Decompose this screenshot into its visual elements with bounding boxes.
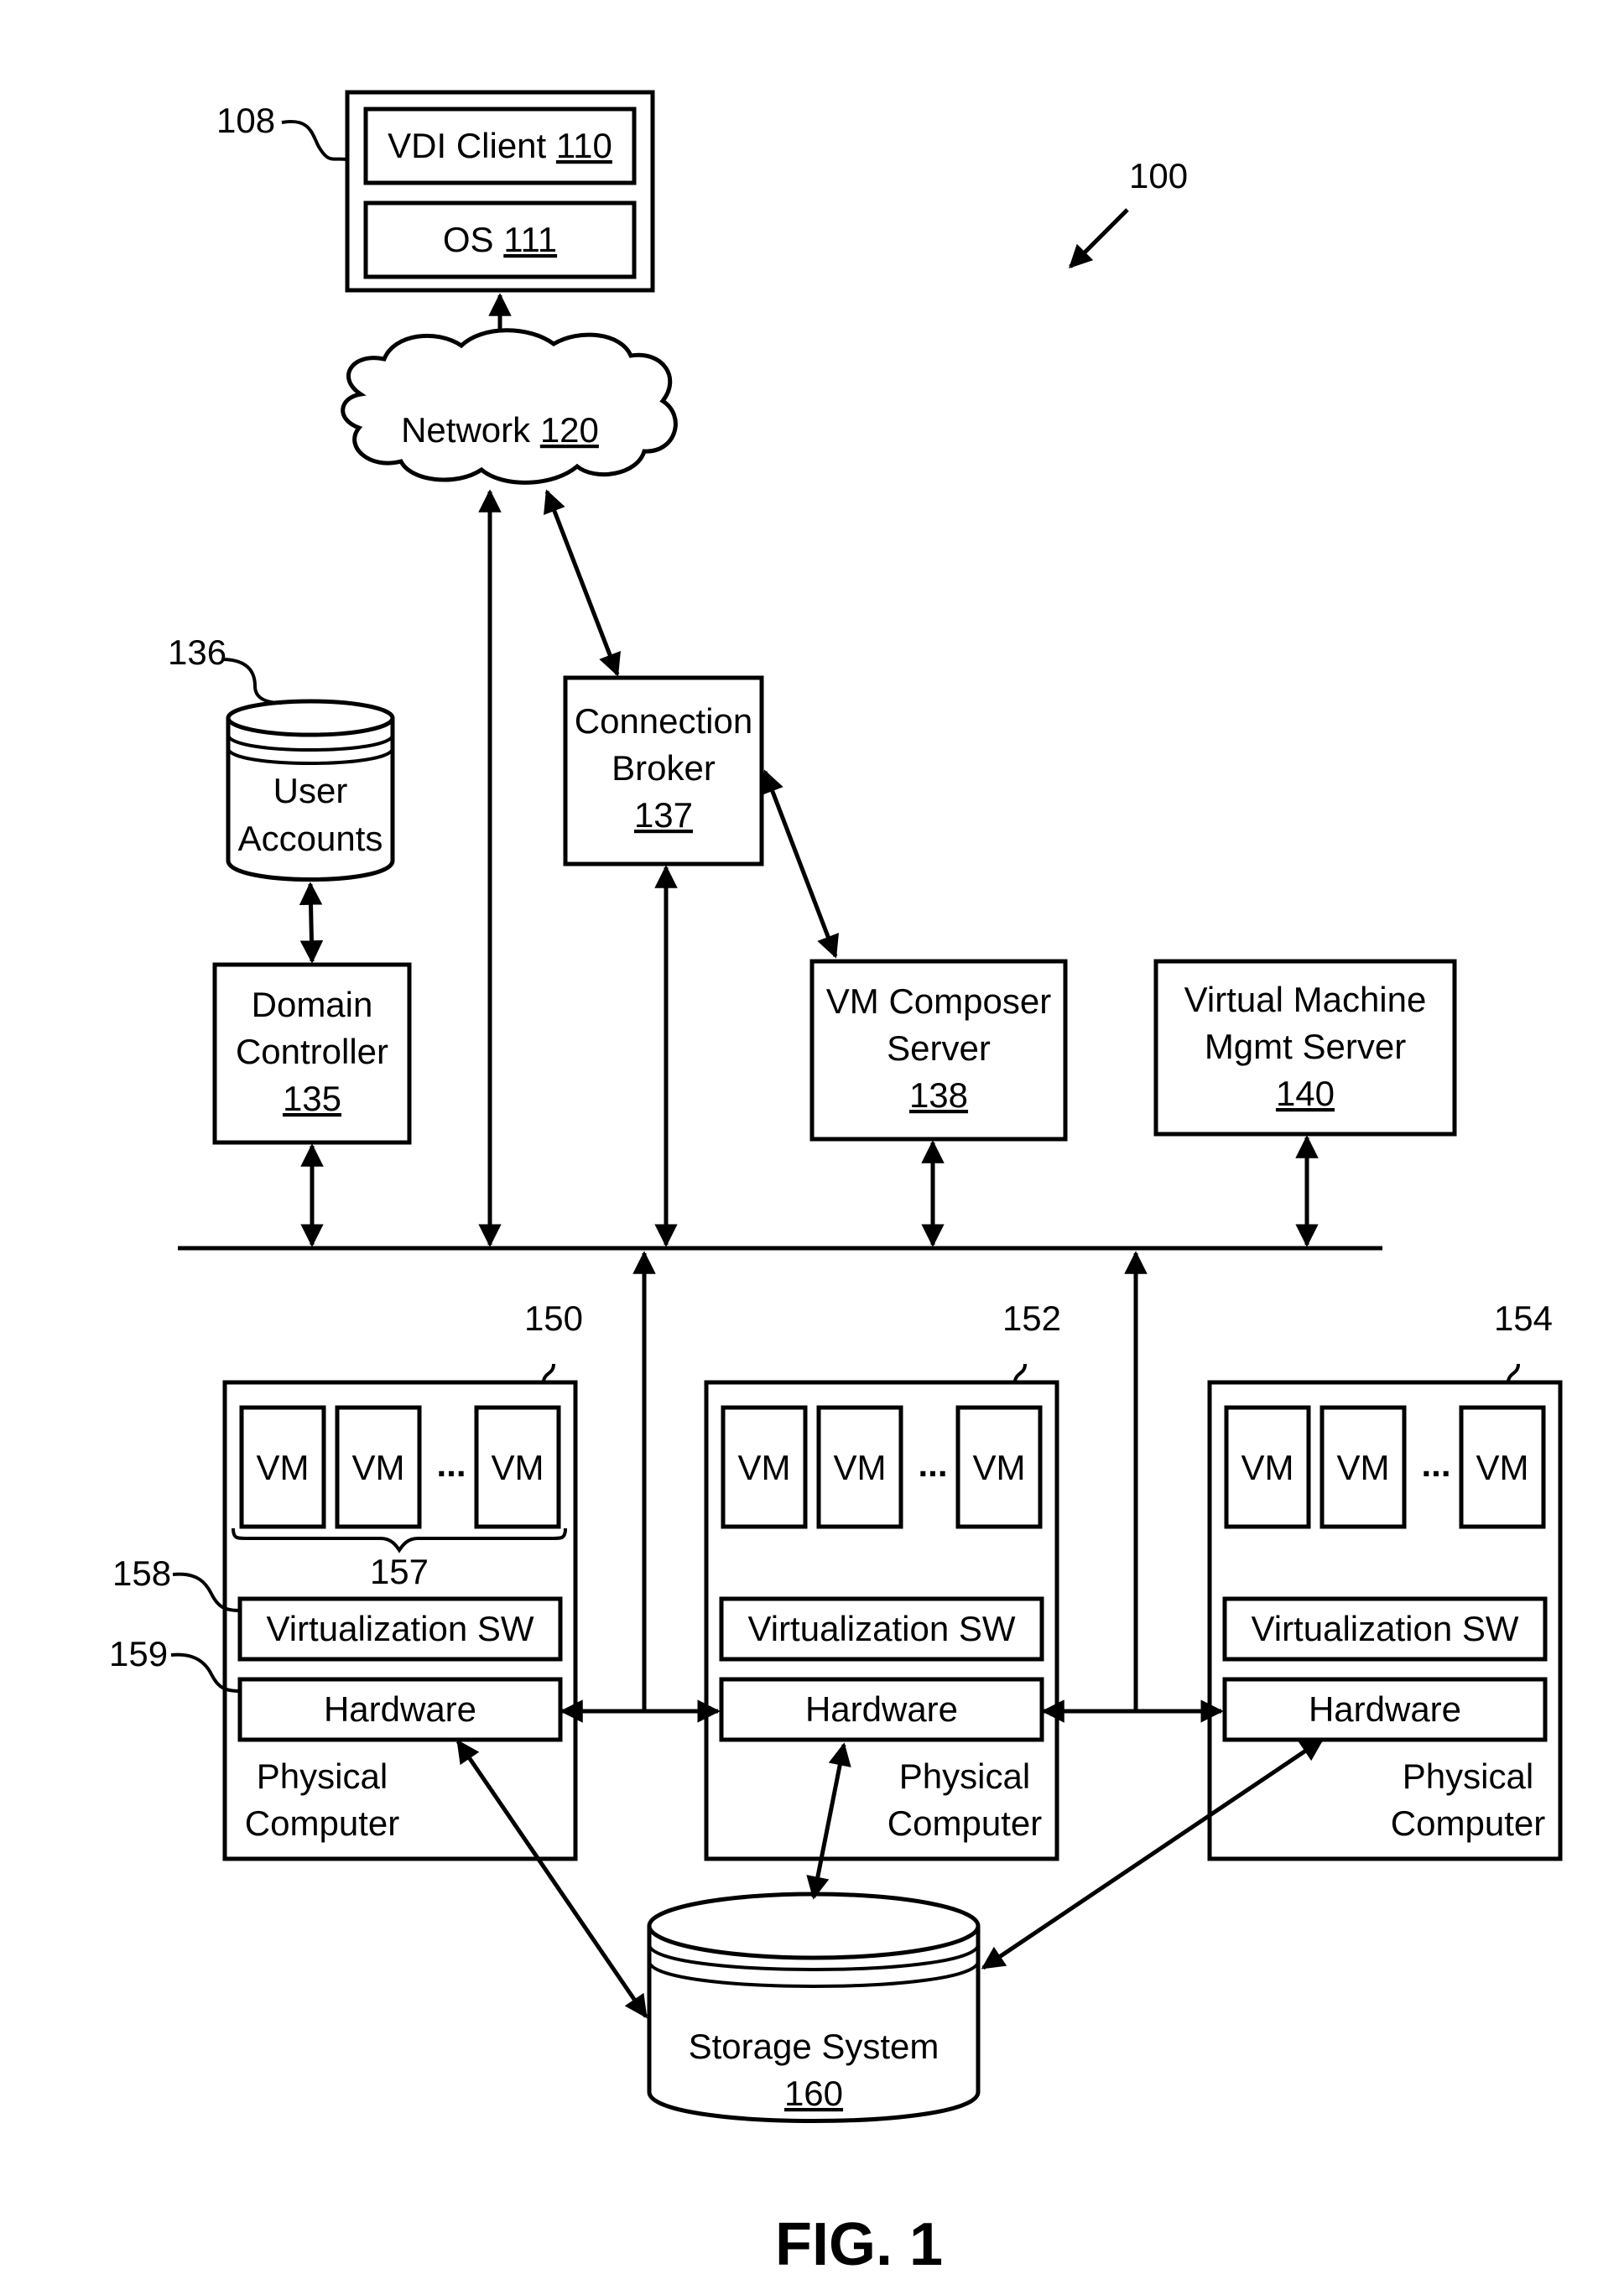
cb-line2: Broker bbox=[612, 748, 716, 788]
domain-controller-box: Domain Controller 135 bbox=[212, 962, 412, 1145]
system-diagram: VDI Client 110 OS 111 108 100 Network 12… bbox=[109, 90, 1563, 2278]
ref-100: 100 bbox=[1129, 156, 1188, 195]
ref-100-arrow bbox=[1069, 208, 1129, 268]
vm-label: VM bbox=[834, 1448, 887, 1487]
dc-ref: 135 bbox=[283, 1079, 341, 1118]
cb-ref: 137 bbox=[634, 795, 693, 835]
storage-label: Storage System bbox=[689, 2027, 940, 2066]
physical-label-line1: Physical bbox=[257, 1756, 388, 1796]
network-cloud: Network 120 bbox=[341, 328, 678, 485]
vmc-line2: Server bbox=[887, 1028, 991, 1068]
physical-label-line2: Computer bbox=[1391, 1803, 1545, 1843]
leader-152 bbox=[1013, 1363, 1027, 1382]
hardware-box: Hardware bbox=[1222, 1677, 1548, 1742]
ref-108: 108 bbox=[216, 101, 275, 140]
vm-label: VM bbox=[738, 1448, 791, 1487]
hardware-label: Hardware bbox=[805, 1689, 958, 1729]
network-broker-link bbox=[544, 489, 621, 677]
vm-box: VM bbox=[955, 1405, 1043, 1529]
network-label: Network 120 bbox=[401, 410, 599, 450]
client-device: VDI Client 110 OS 111 bbox=[345, 90, 655, 293]
vmc-line1: VM Composer bbox=[826, 981, 1051, 1021]
ref-154: 154 bbox=[1494, 1298, 1553, 1338]
ref-158: 158 bbox=[112, 1553, 171, 1593]
user-accounts-db: User Accounts bbox=[226, 699, 395, 882]
leader-108 bbox=[281, 119, 348, 161]
vm-box: VM bbox=[1320, 1405, 1407, 1529]
vm-label: VM bbox=[1476, 1448, 1529, 1487]
storage-system-db: Storage System 160 bbox=[647, 1892, 981, 2123]
leader-154 bbox=[1507, 1363, 1520, 1382]
os-label: OS 111 bbox=[443, 220, 557, 259]
dc-line1: Domain bbox=[252, 985, 373, 1024]
vmc-ref: 138 bbox=[909, 1075, 968, 1115]
vm-box: VM bbox=[239, 1405, 326, 1529]
os-box: OS 111 bbox=[363, 200, 637, 279]
physical-computer-154: VM VM VM... Virtualization SW Hardware Physic… bbox=[1207, 1380, 1563, 1861]
vm-composer-box: VM Composer Server 138 bbox=[809, 959, 1068, 1142]
vm-box: VM bbox=[816, 1405, 903, 1529]
connection-broker-box: Connection Broker 137 bbox=[563, 675, 764, 866]
virtualization-sw-box: Virtualization SW bbox=[1222, 1596, 1548, 1662]
ref-150: 150 bbox=[524, 1298, 583, 1338]
physical-label-line2: Computer bbox=[887, 1803, 1042, 1843]
cb-line1: Connection bbox=[575, 701, 752, 741]
ref-152: 152 bbox=[1002, 1298, 1061, 1338]
virtualization-sw-label: Virtualization SW bbox=[747, 1609, 1015, 1648]
vm-label: VM bbox=[352, 1448, 405, 1487]
vmm-ref: 140 bbox=[1276, 1074, 1335, 1113]
ref-136: 136 bbox=[168, 632, 226, 672]
physical-computer-150: VM VM VM... Virtualization SW Hardware Physic… bbox=[222, 1380, 578, 1861]
vdi-client-label: VDI Client 110 bbox=[388, 126, 612, 165]
vm-mgmt-server-box: Virtual Machine Mgmt Server 140 bbox=[1153, 959, 1457, 1137]
hardware-box: Hardware bbox=[237, 1677, 563, 1742]
hardware-label: Hardware bbox=[324, 1689, 476, 1729]
vm-box: VM bbox=[721, 1405, 808, 1529]
virtualization-sw-box: Virtualization SW bbox=[237, 1596, 563, 1662]
virtualization-sw-label: Virtualization SW bbox=[266, 1609, 534, 1648]
physical-label-line2: Computer bbox=[245, 1803, 399, 1843]
physical-label-line1: Physical bbox=[1403, 1756, 1533, 1796]
vm-label: VM bbox=[1241, 1448, 1294, 1487]
vm-box: VM bbox=[1224, 1405, 1311, 1529]
vm-box: VM bbox=[1459, 1405, 1546, 1529]
vdi-client-box: VDI Client 110 bbox=[363, 107, 637, 185]
hardware-box: Hardware bbox=[719, 1677, 1044, 1742]
hardware-label: Hardware bbox=[1309, 1689, 1461, 1729]
vm-ellipsis: ... bbox=[918, 1444, 947, 1484]
physical-label-line1: Physical bbox=[899, 1756, 1030, 1796]
physical-computer-152: VM VM VM... Virtualization SW Hardware Physic… bbox=[704, 1380, 1059, 1861]
vm-ellipsis: ... bbox=[1421, 1444, 1450, 1484]
virtualization-sw-label: Virtualization SW bbox=[1251, 1609, 1518, 1648]
user-accounts-line1: User bbox=[273, 771, 348, 810]
leader-150 bbox=[542, 1363, 555, 1382]
vm-box: VM bbox=[474, 1405, 561, 1529]
vm-label: VM bbox=[973, 1448, 1026, 1487]
vm-label: VM bbox=[1337, 1448, 1390, 1487]
leader-136 bbox=[221, 658, 283, 705]
ua-dc-link bbox=[299, 882, 324, 964]
ref-159: 159 bbox=[109, 1634, 168, 1673]
storage-ref: 160 bbox=[784, 2074, 843, 2113]
vm-label: VM bbox=[257, 1448, 310, 1487]
figure-label: FIG. 1 bbox=[775, 2211, 943, 2278]
vmm-line2: Mgmt Server bbox=[1205, 1027, 1406, 1066]
vm-ellipsis: ... bbox=[436, 1444, 466, 1484]
vm-label: VM bbox=[492, 1448, 544, 1487]
ref-157: 157 bbox=[370, 1552, 429, 1591]
vm-box: VM bbox=[335, 1405, 422, 1529]
vmm-line1: Virtual Machine bbox=[1184, 980, 1427, 1019]
user-accounts-line2: Accounts bbox=[238, 819, 383, 858]
dc-line2: Controller bbox=[236, 1032, 388, 1071]
virtualization-sw-box: Virtualization SW bbox=[719, 1596, 1044, 1662]
broker-composer-link bbox=[761, 769, 840, 959]
